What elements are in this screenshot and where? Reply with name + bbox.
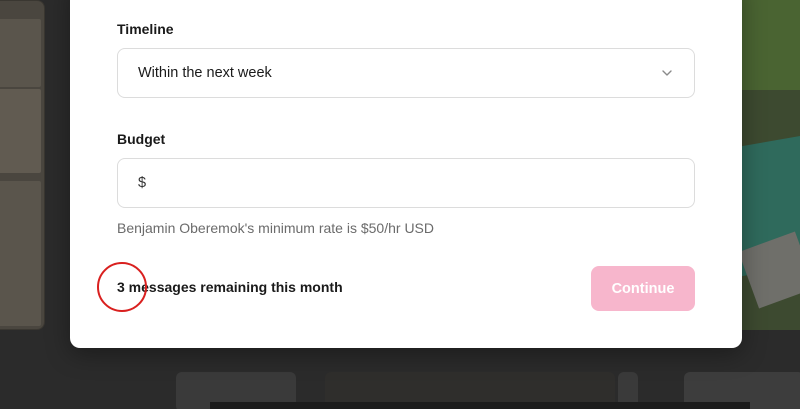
minimum-rate-hint: Benjamin Oberemok's minimum rate is $50/… [117,220,435,236]
chevron-down-icon [660,66,674,80]
currency-symbol: $ [138,175,147,191]
timeline-label: Timeline [117,21,174,37]
messages-remaining-text: 3 messages remaining this month [117,279,343,295]
budget-input[interactable] [152,175,674,191]
background-card-segment [0,181,41,326]
timeline-select[interactable]: Within the next week [117,48,695,98]
continue-button[interactable]: Continue [591,266,695,311]
background-artwork-green [742,0,800,90]
background-card-left [0,0,45,330]
timeline-selected-value: Within the next week [138,65,272,81]
message-modal: Timeline Within the next week Budget $ B… [70,0,742,348]
background-card-segment [0,89,41,173]
background-card-segment [0,19,41,87]
background-artwork-right [738,0,800,330]
budget-label: Budget [117,131,166,147]
budget-field[interactable]: $ [117,158,695,208]
background-thumbnails [0,372,800,409]
background-strip [210,402,750,409]
